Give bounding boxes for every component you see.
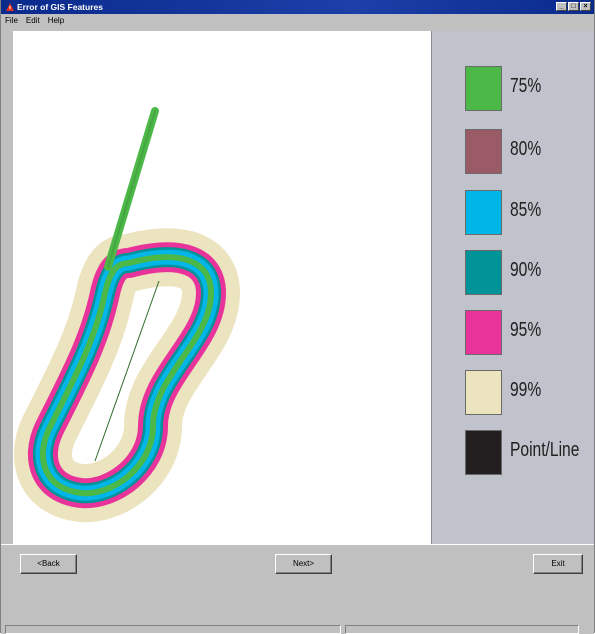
legend-swatch-99 <box>465 370 502 415</box>
legend-label: 95% <box>510 319 542 341</box>
legend-panel: 75% 80% 85% 90% 95% 99% Point/Line <box>431 31 594 544</box>
legend-label: 99% <box>510 379 542 401</box>
window-controls: _ □ × <box>556 2 591 11</box>
exit-button[interactable]: Exit <box>533 554 583 574</box>
legend-label: 80% <box>510 138 542 160</box>
legend-swatch-95 <box>465 310 502 355</box>
back-button[interactable]: <Back <box>20 554 77 574</box>
legend-label: 75% <box>510 75 542 97</box>
close-button[interactable]: × <box>580 2 591 11</box>
legend-label: Point/Line <box>510 439 580 461</box>
error-band-drawing <box>13 107 431 544</box>
legend-label: 90% <box>510 259 542 281</box>
minimize-button[interactable]: _ <box>556 2 567 11</box>
menu-help[interactable]: Help <box>48 14 64 30</box>
maximize-button[interactable]: □ <box>568 2 579 11</box>
window-title: Error of GIS Features <box>17 2 103 12</box>
next-button[interactable]: Next> <box>275 554 332 574</box>
legend-swatch-80 <box>465 129 502 174</box>
legend-swatch-point-line <box>465 430 502 475</box>
app-window: Error of GIS Features _ □ × File Edit He… <box>0 0 595 634</box>
legend-swatch-75 <box>465 66 502 111</box>
menu-bar: File Edit Help <box>1 14 594 30</box>
app-icon <box>6 3 14 11</box>
legend-label: 85% <box>510 199 542 221</box>
map-canvas[interactable] <box>13 31 431 544</box>
legend-swatch-85 <box>465 190 502 235</box>
legend-swatch-90 <box>465 250 502 295</box>
title-bar[interactable]: Error of GIS Features _ □ × <box>1 0 594 14</box>
menu-file[interactable]: File <box>5 14 18 30</box>
button-bar: <Back Next> Exit <box>1 544 594 634</box>
menu-edit[interactable]: Edit <box>26 14 40 30</box>
